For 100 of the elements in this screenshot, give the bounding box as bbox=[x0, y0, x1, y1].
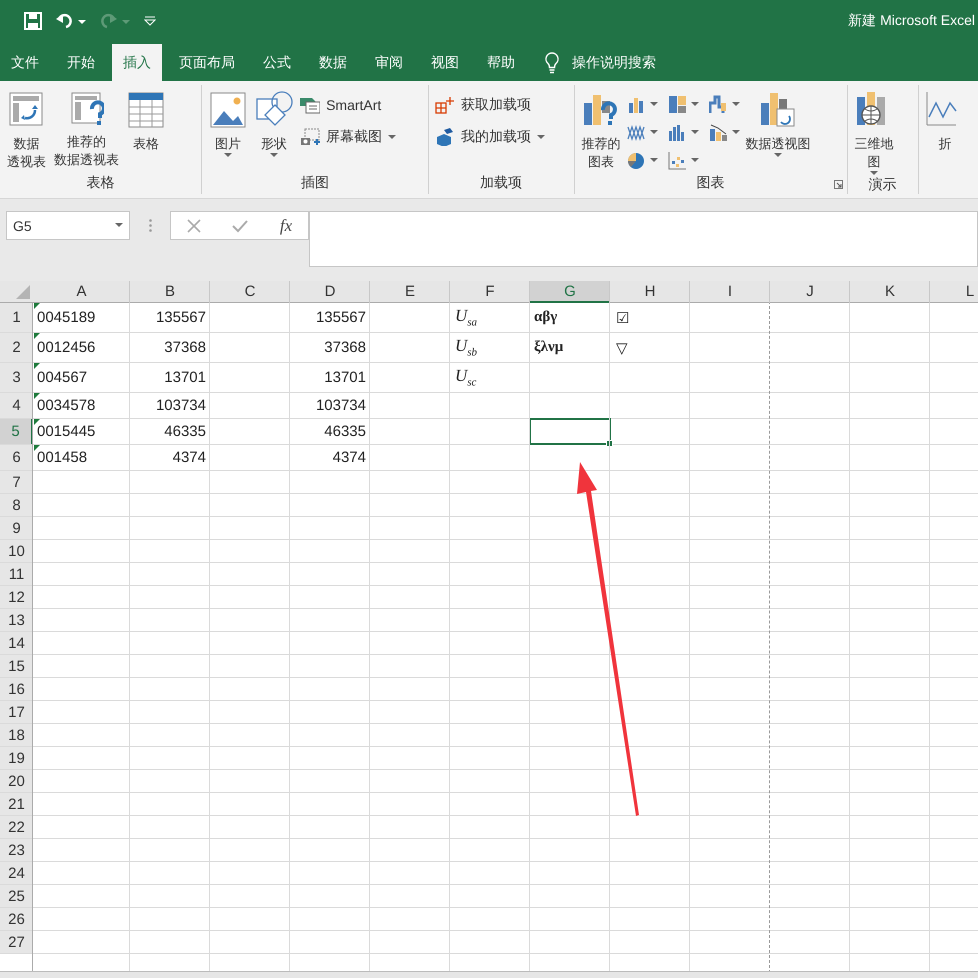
column-header[interactable]: H bbox=[610, 281, 690, 302]
row-header[interactable]: 13 bbox=[0, 609, 33, 631]
cell-text: 4374 bbox=[332, 449, 366, 466]
enter-check-icon bbox=[232, 218, 248, 232]
row-header[interactable]: 17 bbox=[0, 701, 33, 723]
chart-type-button[interactable] bbox=[666, 150, 700, 172]
cell-text: 135567 bbox=[156, 309, 206, 326]
column-header[interactable]: D bbox=[290, 281, 370, 302]
ribbon-button[interactable]: 推荐的 数据透视表 bbox=[51, 91, 122, 172]
column-header[interactable]: B bbox=[130, 281, 210, 302]
ribbon-button[interactable]: 获取加载项 bbox=[432, 91, 547, 119]
ribbon-tab[interactable]: 公式 bbox=[252, 44, 302, 81]
column-header[interactable]: J bbox=[770, 281, 850, 302]
row-header[interactable]: 9 bbox=[0, 517, 33, 539]
cell-text: 4374 bbox=[172, 449, 206, 466]
grip-icon bbox=[148, 219, 152, 232]
chart-type-button[interactable] bbox=[666, 93, 700, 116]
active-cell[interactable] bbox=[530, 419, 610, 444]
column-header[interactable]: E bbox=[370, 281, 450, 302]
add-in-grid-icon bbox=[434, 96, 455, 114]
formula-input[interactable] bbox=[309, 211, 978, 267]
row-header[interactable]: 25 bbox=[0, 885, 33, 907]
treemap-chart-icon bbox=[668, 94, 687, 114]
row-header[interactable]: 27 bbox=[0, 931, 33, 953]
save-icon bbox=[24, 12, 42, 30]
ribbon-tab[interactable]: 帮助 bbox=[476, 44, 526, 81]
ribbon-tab[interactable]: 数据 bbox=[308, 44, 358, 81]
row-header[interactable]: 11 bbox=[0, 563, 33, 585]
ribbon-button[interactable]: 折 bbox=[922, 91, 967, 172]
cell-text: 0015445 bbox=[37, 423, 96, 440]
ribbon-button[interactable]: 形状 bbox=[252, 91, 296, 172]
combo-chart-icon bbox=[708, 122, 728, 142]
cell-text: ξλνμ bbox=[534, 339, 564, 356]
group-label: 演示 bbox=[868, 176, 897, 194]
column-header[interactable]: G bbox=[530, 281, 610, 303]
caret-icon bbox=[115, 223, 123, 228]
column-header[interactable]: C bbox=[210, 281, 290, 302]
row-header[interactable]: 21 bbox=[0, 793, 33, 815]
row-header[interactable]: 1 bbox=[0, 303, 33, 332]
pivot-chart-icon bbox=[759, 91, 798, 129]
ribbon-tab[interactable]: 审阅 bbox=[364, 44, 414, 81]
cell-text: 004567 bbox=[37, 369, 88, 386]
column-header[interactable]: F bbox=[450, 281, 530, 302]
column-header[interactable]: L bbox=[930, 281, 978, 302]
column-header[interactable]: A bbox=[33, 281, 130, 302]
row-header[interactable]: 7 bbox=[0, 471, 33, 493]
ribbon-tab[interactable]: 页面布局 bbox=[168, 44, 246, 81]
screenshot-icon bbox=[300, 128, 320, 146]
column-header[interactable]: I bbox=[690, 281, 770, 302]
column-header[interactable]: K bbox=[850, 281, 930, 302]
row-header[interactable]: 26 bbox=[0, 908, 33, 930]
ribbon-tab[interactable]: 文件 bbox=[0, 44, 50, 81]
row-header[interactable]: 19 bbox=[0, 747, 33, 769]
cell-text: 001458 bbox=[37, 449, 88, 466]
picture-icon bbox=[209, 91, 248, 129]
row-header[interactable]: 15 bbox=[0, 655, 33, 677]
row-header[interactable]: 8 bbox=[0, 494, 33, 516]
row-header[interactable]: 12 bbox=[0, 586, 33, 608]
ribbon-button[interactable]: 表格 bbox=[124, 91, 168, 172]
ribbon-button[interactable]: 推荐的 图表 bbox=[578, 91, 624, 172]
group-label: 插图 bbox=[300, 174, 329, 192]
ribbon-tab[interactable]: 插入 bbox=[112, 44, 162, 81]
cell-text: αβγ bbox=[534, 309, 558, 326]
group-label: 加载项 bbox=[480, 174, 522, 192]
ribbon-button[interactable]: 三维地 图 bbox=[852, 91, 897, 176]
ribbon-tab[interactable]: 视图 bbox=[420, 44, 470, 81]
row-header[interactable]: 5 bbox=[0, 419, 33, 444]
cube-icon bbox=[434, 128, 455, 146]
chart-type-button[interactable] bbox=[708, 93, 741, 116]
row-header[interactable]: 22 bbox=[0, 816, 33, 838]
row-header[interactable]: 23 bbox=[0, 839, 33, 861]
row-header[interactable]: 6 bbox=[0, 445, 33, 470]
cell-text: 0045189 bbox=[37, 309, 96, 326]
cell-text: 46335 bbox=[324, 423, 366, 440]
column-chart-icon bbox=[668, 122, 687, 142]
ribbon-button[interactable]: SmartArt bbox=[298, 91, 398, 119]
ribbon-button[interactable]: 数据透视图 bbox=[742, 91, 814, 172]
ribbon-button[interactable]: 图片 bbox=[206, 91, 250, 172]
ribbon-button[interactable]: 屏幕截图 bbox=[298, 123, 398, 151]
ribbon-button[interactable]: 我的加载项 bbox=[432, 123, 547, 151]
waterfall-chart-icon bbox=[708, 94, 728, 114]
row-header[interactable]: 16 bbox=[0, 678, 33, 700]
row-header[interactable]: 2 bbox=[0, 333, 33, 362]
row-header[interactable]: 4 bbox=[0, 393, 33, 418]
dialog-launcher-icon[interactable] bbox=[834, 180, 843, 189]
window-title: 新建 Microsoft Excel bbox=[848, 12, 975, 30]
row-header[interactable]: 3 bbox=[0, 363, 33, 392]
ribbon-tab[interactable]: 开始 bbox=[56, 44, 106, 81]
ribbon-button[interactable]: 数据 透视表 bbox=[4, 91, 49, 172]
row-header[interactable]: 20 bbox=[0, 770, 33, 792]
row-header[interactable]: 14 bbox=[0, 632, 33, 654]
row-header[interactable]: 24 bbox=[0, 862, 33, 884]
cell-text: U$_{sb}$ bbox=[455, 336, 478, 359]
name-box[interactable]: G5 bbox=[6, 211, 130, 240]
row-header[interactable]: 18 bbox=[0, 724, 33, 746]
insert-function-button[interactable]: fx bbox=[280, 216, 292, 236]
smartart-icon bbox=[300, 96, 320, 114]
cell-text: 37368 bbox=[164, 339, 206, 356]
row-header[interactable]: 10 bbox=[0, 540, 33, 562]
search-label[interactable]: 操作说明搜索 bbox=[572, 54, 656, 72]
